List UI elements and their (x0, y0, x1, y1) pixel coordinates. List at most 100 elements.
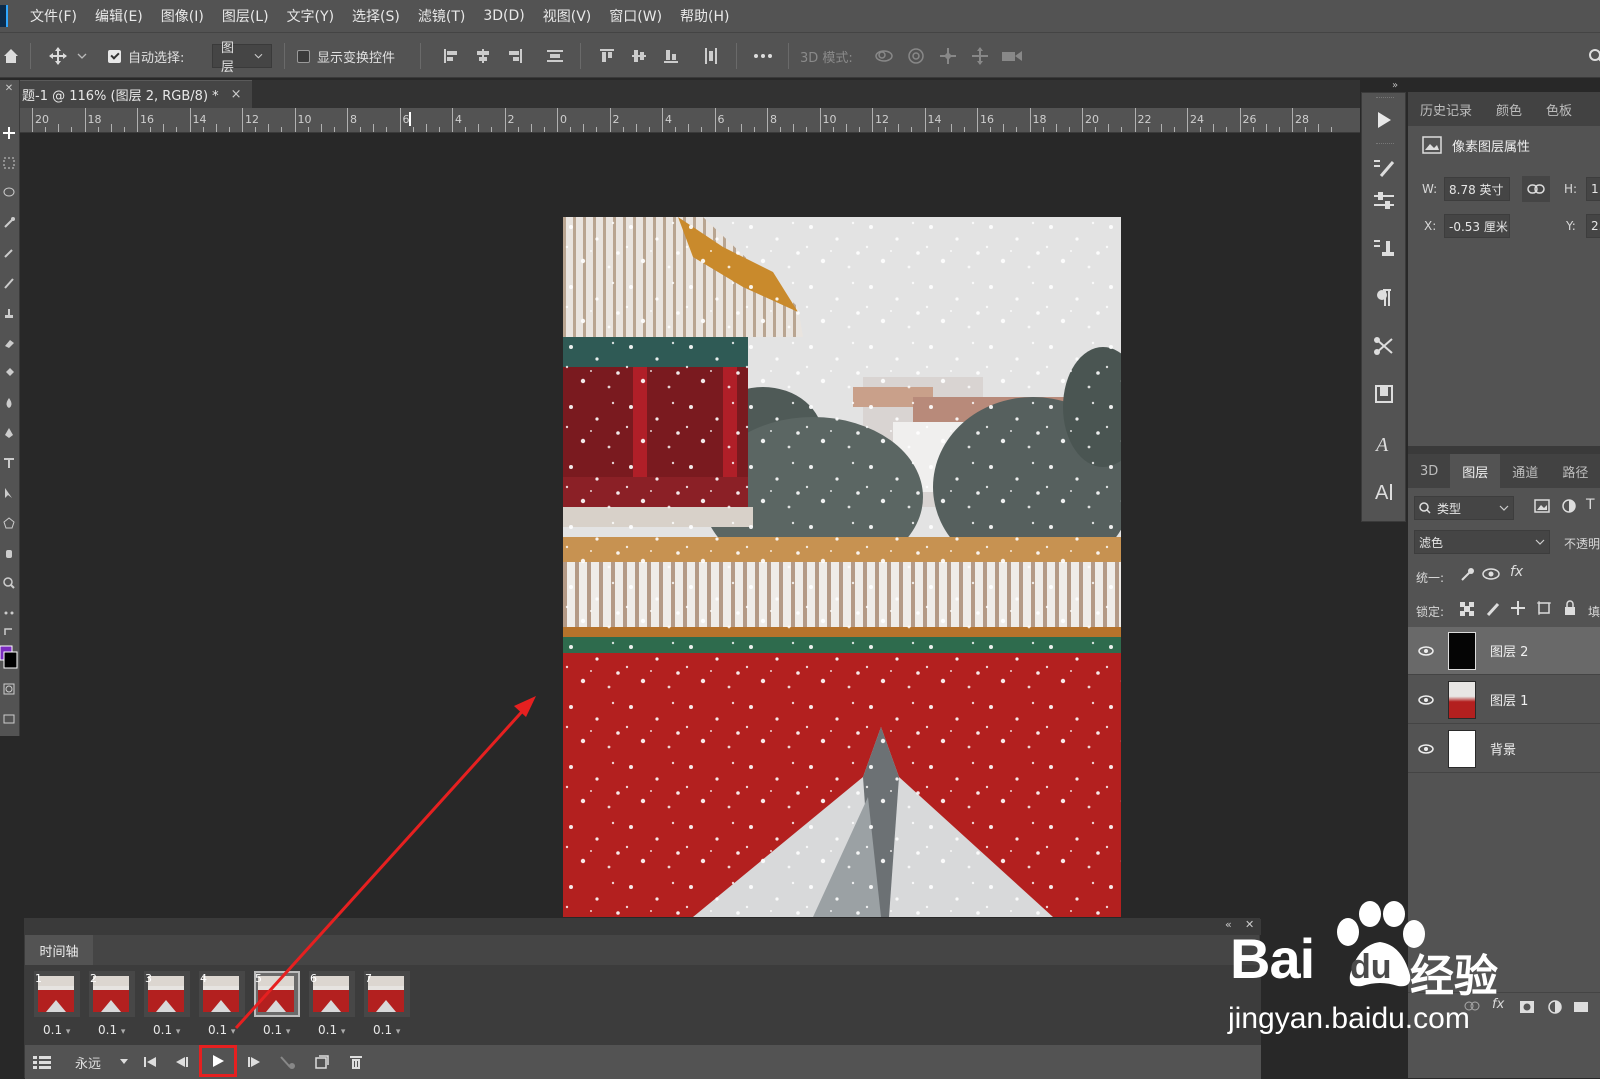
timeline-tab[interactable]: 时间轴 (25, 935, 93, 965)
more-tools-icon[interactable] (0, 600, 18, 626)
align-left-icon[interactable] (440, 33, 462, 79)
tween-frames-icon[interactable] (277, 1050, 299, 1074)
document-tab[interactable]: 题-1 @ 116% (图层 2, RGB/8) * × (20, 80, 252, 108)
frame-delay[interactable]: 0.1 ▾ (43, 1023, 70, 1037)
align-hcenter-icon[interactable] (472, 33, 494, 79)
tab-channels[interactable]: 通道 (1500, 454, 1550, 488)
next-frame-icon[interactable] (243, 1050, 265, 1074)
timeline-frame[interactable]: 7 0.1 ▾ (361, 971, 411, 1041)
path-select-tool-icon[interactable] (0, 480, 18, 506)
home-icon[interactable] (0, 33, 22, 79)
menu-3d[interactable]: 3D(D) (483, 8, 524, 24)
3d-pan-icon[interactable] (936, 33, 960, 79)
3d-slide-icon[interactable] (968, 33, 992, 79)
move-tool-preset-icon[interactable] (46, 33, 90, 79)
filter-adjustment-icon[interactable] (1562, 499, 1576, 513)
align-top-icon[interactable] (596, 33, 618, 79)
align-right-icon[interactable] (504, 33, 526, 79)
tab-3d[interactable]: 3D (1408, 454, 1450, 488)
auto-select-target-dropdown[interactable]: 图层 (212, 33, 272, 79)
y-field[interactable]: 2. (1586, 214, 1600, 238)
tab-layers[interactable]: 图层 (1450, 454, 1501, 488)
marquee-tool-icon[interactable] (0, 150, 18, 176)
layer-row-background[interactable]: 背景 (1408, 725, 1600, 773)
zoom-tool-icon[interactable] (0, 570, 18, 596)
menu-edit[interactable]: 编辑(E) (95, 6, 143, 26)
timeline-frame[interactable]: 1 0.1 ▾ (31, 971, 81, 1041)
eraser-tool-icon[interactable] (0, 330, 18, 356)
search-icon[interactable] (1586, 33, 1600, 79)
menu-filter[interactable]: 滤镜(T) (418, 6, 465, 26)
3d-camera-icon[interactable] (1000, 33, 1024, 79)
expand-panels-icon[interactable]: » (1380, 80, 1410, 92)
timeline-frame[interactable]: 5 0.1 ▾ (251, 971, 301, 1041)
lasso-tool-icon[interactable] (0, 180, 18, 206)
frame-delay[interactable]: 0.1 ▾ (373, 1023, 400, 1037)
menu-file[interactable]: 文件(F) (30, 6, 77, 26)
frame-delay[interactable]: 0.1 ▾ (98, 1023, 125, 1037)
filter-pixel-icon[interactable] (1534, 499, 1550, 513)
document-image[interactable] (563, 217, 1121, 917)
tab-paths[interactable]: 路径 (1550, 454, 1600, 488)
lock-artboard-icon[interactable] (1536, 600, 1552, 616)
layer-row-layer1[interactable]: 图层 1 (1408, 676, 1600, 724)
delete-frame-icon[interactable] (345, 1050, 367, 1074)
menu-window[interactable]: 窗口(W) (609, 6, 662, 26)
visibility-eye-icon[interactable] (1408, 743, 1444, 754)
hand-tool-icon[interactable] (0, 540, 18, 566)
libraries-icon[interactable] (1370, 379, 1398, 409)
text-tool-icon[interactable] (0, 450, 18, 476)
character-icon[interactable]: A (1370, 477, 1398, 507)
loop-options-dropdown[interactable]: 永远 (65, 1050, 139, 1074)
filter-type-icon[interactable]: T (1586, 497, 1595, 513)
visibility-eye-icon[interactable] (1408, 694, 1444, 705)
tool-presets-icon[interactable] (1370, 331, 1398, 361)
lock-position-icon[interactable] (1510, 600, 1526, 616)
unify-position-icon[interactable] (1458, 566, 1476, 584)
distribute-horizontal-icon[interactable] (700, 33, 722, 79)
character-styles-icon[interactable]: A (1370, 429, 1398, 459)
blur-tool-icon[interactable] (0, 390, 18, 416)
visibility-eye-icon[interactable] (1408, 645, 1444, 656)
swap-colors-icon[interactable] (0, 625, 18, 639)
quick-select-tool-icon[interactable] (0, 210, 18, 236)
lock-all-icon[interactable] (1564, 600, 1576, 616)
brush-settings-icon[interactable] (1370, 153, 1398, 183)
x-field[interactable]: -0.53 厘米 (1444, 214, 1510, 238)
3d-roll-icon[interactable] (904, 33, 928, 79)
stamp-tool-icon[interactable] (0, 300, 18, 326)
menu-view[interactable]: 视图(V) (543, 6, 592, 26)
clone-source-icon[interactable] (1370, 233, 1398, 263)
paint-bucket-tool-icon[interactable] (0, 360, 18, 386)
timeline-frame[interactable]: 4 0.1 ▾ (196, 971, 246, 1041)
more-options-icon[interactable] (750, 33, 776, 79)
timeline-frame[interactable]: 2 0.1 ▾ (86, 971, 136, 1041)
eyedropper-tool-icon[interactable] (0, 240, 18, 266)
align-vcenter-icon[interactable] (628, 33, 650, 79)
layer-row-layer2[interactable]: 图层 2 (1408, 627, 1600, 675)
previous-frame-icon[interactable] (171, 1050, 193, 1074)
quick-mask-icon[interactable] (0, 676, 18, 702)
frame-delay[interactable]: 0.1 ▾ (318, 1023, 345, 1037)
play-animation-button[interactable] (199, 1045, 237, 1077)
tab-swatches[interactable]: 色板 (1534, 92, 1584, 126)
timeline-frame[interactable]: 3 0.1 ▾ (141, 971, 191, 1041)
convert-to-video-timeline-icon[interactable] (31, 1050, 53, 1074)
actions-play-icon[interactable] (1370, 105, 1398, 135)
pen-tool-icon[interactable] (0, 420, 18, 446)
brush-tool-icon[interactable] (0, 270, 18, 296)
shape-tool-icon[interactable] (0, 510, 18, 536)
frame-delay[interactable]: 0.1 ▾ (263, 1023, 290, 1037)
lock-pixels-icon[interactable] (1486, 602, 1500, 616)
link-dimensions-icon[interactable] (1522, 176, 1550, 202)
show-transform-checkbox[interactable]: 显示变换控件 (297, 33, 395, 79)
width-field[interactable]: 8.78 英寸 (1444, 177, 1510, 201)
tab-history[interactable]: 历史记录 (1408, 92, 1484, 126)
3d-orbit-icon[interactable] (872, 33, 896, 79)
first-frame-icon[interactable] (139, 1050, 161, 1074)
auto-select-checkbox[interactable]: 自动选择: (108, 33, 184, 79)
duplicate-frame-icon[interactable] (311, 1050, 333, 1074)
lock-transparent-icon[interactable] (1460, 602, 1474, 616)
menu-select[interactable]: 选择(S) (352, 6, 400, 26)
align-bottom-icon[interactable] (660, 33, 682, 79)
